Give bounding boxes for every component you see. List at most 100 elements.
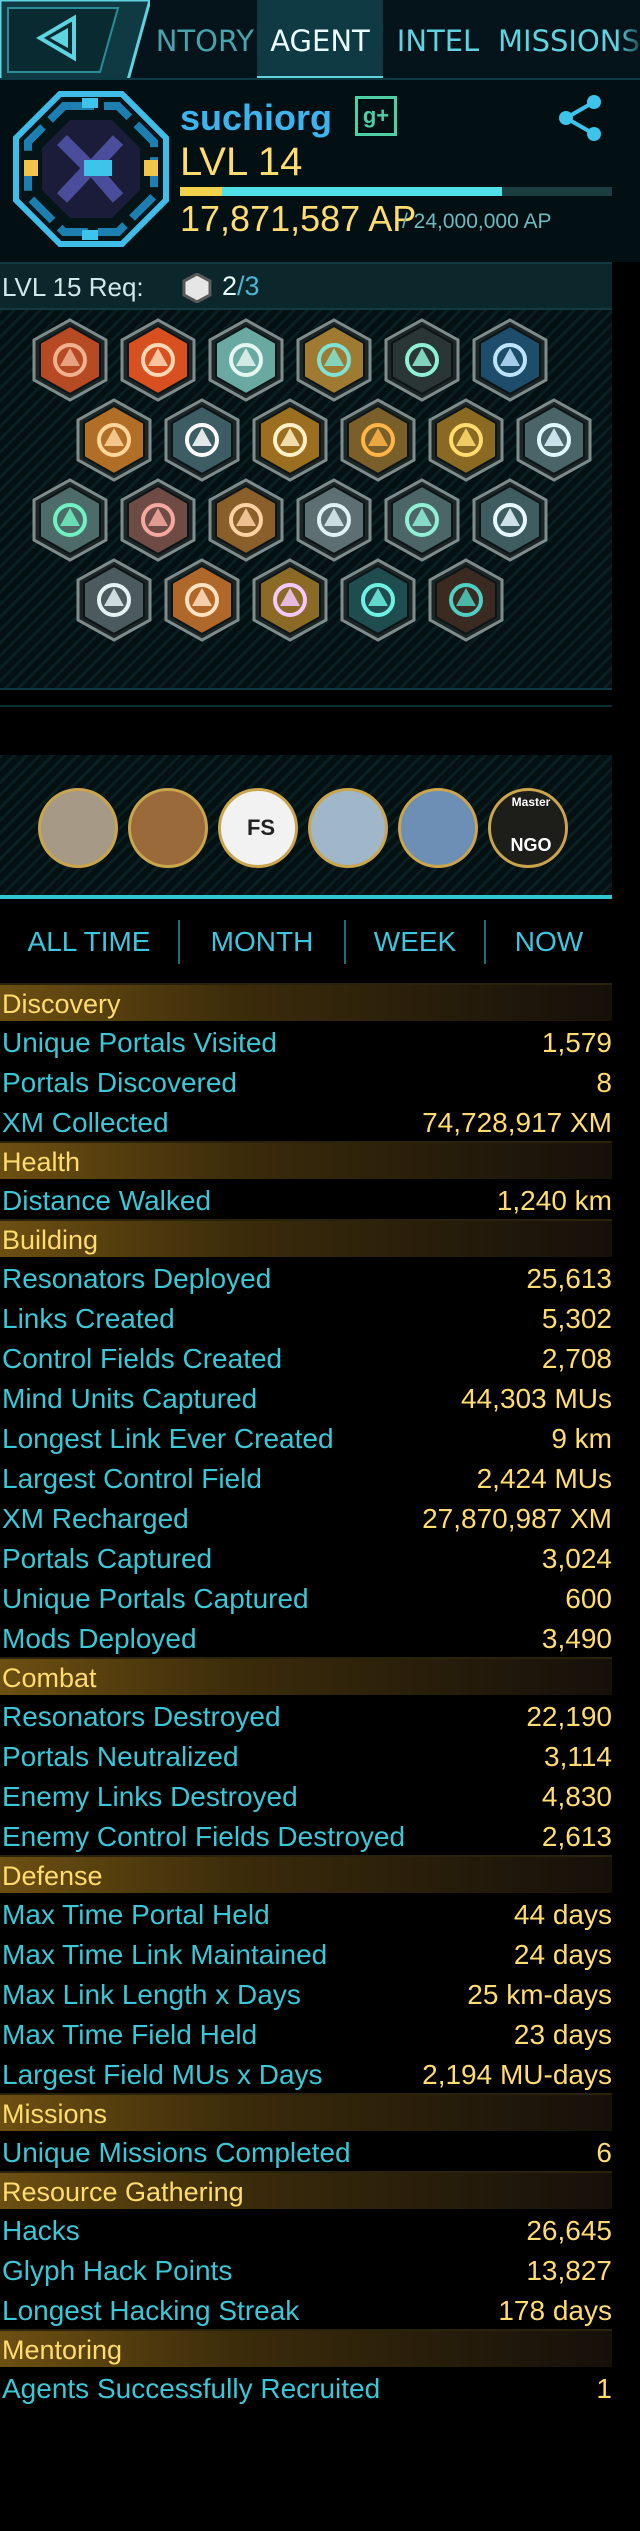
stat-row: Enemy Links Destroyed 4,830 [0,1775,612,1815]
ap-value: 17,871,587 AP [180,198,417,239]
badge-mind-controller[interactable] [118,318,198,402]
medal-waterfront[interactable] [308,788,388,868]
badge-builder[interactable] [74,398,154,482]
ap-max: / 24,000,000 AP [402,210,552,233]
time-tab-week[interactable]: WEEK [346,922,484,962]
medal-fs[interactable]: FS [218,788,298,868]
section-header: Mentoring [0,2329,612,2367]
stat-label: Unique Portals Visited [2,1027,277,1058]
medal-text: FS [246,815,276,840]
requirement-count: 2/3 [222,271,260,301]
badge-hexagon-icon [182,272,212,304]
medal-shrine[interactable] [38,788,118,868]
medal-bridge[interactable] [398,788,478,868]
badge-locked[interactable] [426,558,506,642]
stat-label: Portals Captured [2,1543,213,1574]
stat-row: Resonators Deployed 25,613 [0,1257,612,1297]
stat-row: XM Collected 74,728,917 XM [0,1101,612,1141]
stat-row: Largest Field MUs x Days 2,194 MU-days [0,2053,612,2093]
stat-value: 23 days [513,2019,612,2050]
stat-row: Distance Walked 1,240 km [0,1179,612,1219]
agent-profile: suchiorg g+ LVL 14 17,871,587 AP / 24,00… [0,80,640,262]
stat-value: 8 [596,1067,612,1098]
top-navigation: NTORY AGENT INTEL MISSIONS [0,0,640,80]
time-tab-all-time[interactable]: ALL TIME [0,922,178,962]
badge-guardian[interactable] [206,478,286,562]
medal-text: NGO [510,835,552,855]
stat-row: Max Link Length x Days 25 km-days [0,1973,612,2013]
stat-row: Max Time Field Held 23 days [0,2013,612,2053]
stat-label: Max Time Portal Held [2,1899,270,1930]
badge-specops[interactable] [74,558,154,642]
stat-row: Resonators Destroyed 22,190 [0,1695,612,1735]
badge-translator[interactable] [250,558,330,642]
badge-trekker[interactable] [162,398,242,482]
stat-value: 13,827 [526,2255,612,2286]
tab-inventory[interactable]: NTORY [140,0,258,78]
stat-row: Links Created 5,302 [0,1297,612,1337]
medal-master-ngo[interactable]: Master NGO [488,788,568,868]
badge-seer[interactable] [30,478,110,562]
agent-level: LVL 14 [180,140,303,184]
stat-label: Mind Units Captured [2,1383,258,1414]
stat-label: Hacks [2,2215,80,2246]
stat-label: Portals Neutralized [2,1741,239,1772]
stat-label: Mods Deployed [2,1623,197,1654]
stat-value: 27,870,987 XM [422,1503,612,1534]
tab-agent[interactable]: AGENT [257,0,383,78]
stat-value: 74,728,917 XM [422,1107,612,1138]
stat-row: Glyph Hack Points 13,827 [0,2249,612,2289]
stat-row: Max Time Link Maintained 24 days [0,1933,612,1973]
badge-recruiter[interactable] [206,318,286,402]
stat-value: 6 [596,2137,612,2168]
badge-innovator[interactable] [382,318,462,402]
stat-value: 600 [565,1583,612,1614]
time-tab-month[interactable]: MONTH [180,922,344,962]
badge-mission-day[interactable] [162,558,242,642]
stat-value: 24 days [513,1939,612,1970]
stat-value: 1 [596,2373,612,2404]
badge-sojourner[interactable] [470,318,550,402]
stat-value: 2,194 MU-days [422,2059,612,2090]
stat-row: Unique Portals Captured 600 [0,1577,612,1617]
tab-intel[interactable]: INTEL [383,0,493,78]
agent-avatar[interactable] [12,90,170,248]
stats-list: Discovery Unique Portals Visited 1,579 Port… [0,983,612,2407]
stat-row: Portals Captured 3,024 [0,1537,612,1577]
stat-label: Links Created [2,1303,175,1334]
agent-name: suchiorg [180,97,333,138]
badge-illuminator[interactable] [382,478,462,562]
medal-text: Master [511,795,551,809]
stat-value: 44 days [513,1899,612,1930]
back-button[interactable] [0,0,150,78]
stat-value: 25 km-days [467,1979,612,2010]
badge-liberator[interactable] [294,478,374,562]
google-plus-icon[interactable]: g+ [355,96,397,136]
stat-label: Resonators Deployed [2,1263,272,1294]
badge-connector[interactable] [426,398,506,482]
tab-missions[interactable]: MISSIONS [498,0,640,78]
stat-label: Control Fields Created [2,1343,283,1374]
badge-purifier[interactable] [250,398,330,482]
badge-explorer[interactable] [514,398,594,482]
stat-label: Enemy Control Fields Destroyed [2,1821,406,1852]
section-header: Health [0,1141,612,1179]
badge-resistance-founder[interactable] [30,318,110,402]
stat-value: 26,645 [526,2215,612,2246]
stat-label: Longest Link Ever Created [2,1423,334,1454]
badge-hacker[interactable] [118,478,198,562]
badge-engineer[interactable] [338,398,418,482]
stat-label: Max Time Link Maintained [2,1939,328,1970]
time-tab-now[interactable]: NOW [486,922,612,962]
badge-recharger[interactable] [294,318,374,402]
divider [0,895,612,899]
stat-label: Agents Successfully Recruited [2,2373,381,2404]
stat-label: Unique Missions Completed [2,2137,351,2168]
section-header: Resource Gathering [0,2171,612,2209]
badge-pioneer[interactable] [470,478,550,562]
stat-row: Largest Control Field 2,424 MUs [0,1457,612,1497]
badge-grid [0,310,612,690]
medal-samurai[interactable] [128,788,208,868]
badge-verified[interactable] [338,558,418,642]
share-icon[interactable] [554,92,606,144]
